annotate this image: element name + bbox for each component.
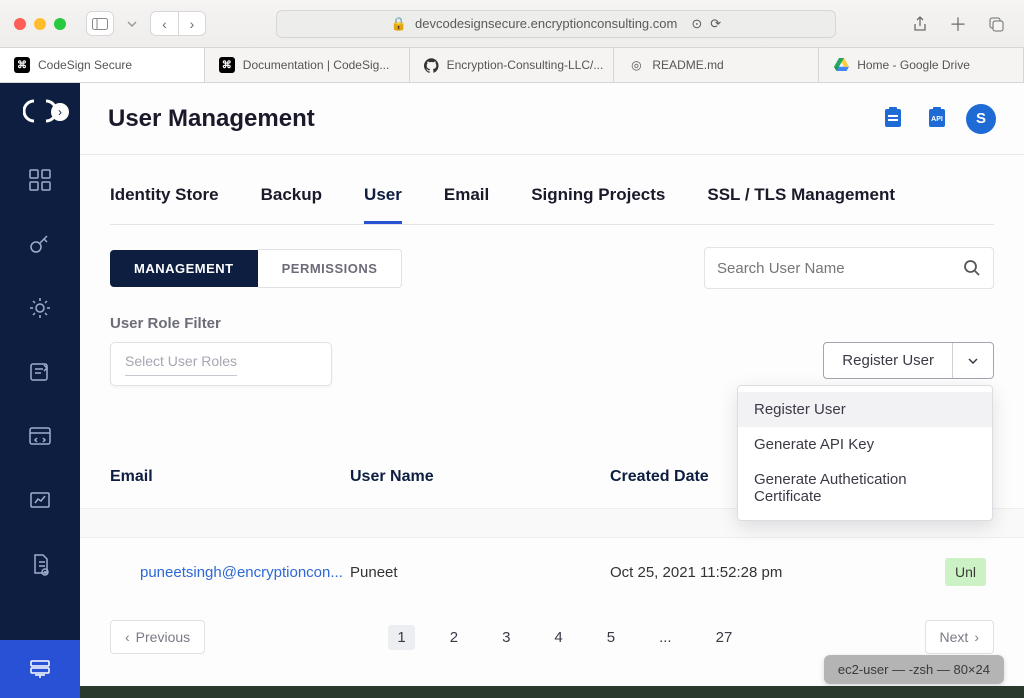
docs-favicon-icon: ⌘	[219, 57, 235, 73]
cell-username: Puneet	[350, 564, 610, 581]
page-1[interactable]: 1	[388, 625, 414, 650]
status-badge: Unl	[945, 558, 986, 586]
cell-created-date: Oct 25, 2021 11:52:28 pm	[610, 564, 870, 581]
browser-tab-label: Documentation | CodeSig...	[243, 58, 390, 72]
api-icon[interactable]: API	[922, 104, 952, 134]
page-header: User Management API S	[80, 83, 1024, 155]
background-strip	[80, 686, 1024, 698]
register-dropdown: Register User Generate API Key Generate …	[737, 385, 993, 521]
sidebar-item-signing[interactable]	[0, 343, 80, 401]
browser-tab-label: Encryption-Consulting-LLC/...	[447, 58, 604, 72]
dropdown-generate-auth-cert[interactable]: Generate Authetication Certificate	[738, 462, 992, 514]
page-5[interactable]: 5	[598, 625, 624, 650]
collapse-sidebar-icon[interactable]: ›	[51, 103, 69, 121]
th-username: User Name	[350, 446, 610, 508]
browser-toolbar: ‹ › 🔒 devcodesignsecure.encryptionconsul…	[0, 0, 1024, 48]
chevron-left-icon: ‹	[125, 629, 130, 645]
tab-backup[interactable]: Backup	[261, 175, 322, 224]
tab-signing-projects[interactable]: Signing Projects	[531, 175, 665, 224]
window-controls	[14, 18, 66, 30]
url-bar[interactable]: 🔒 devcodesignsecure.encryptionconsulting…	[276, 10, 836, 38]
tabs-overview-button[interactable]	[982, 11, 1010, 36]
github-favicon-icon	[424, 57, 439, 73]
dropdown-generate-api-key[interactable]: Generate API Key	[738, 427, 992, 462]
subtab-permissions[interactable]: PERMISSIONS	[258, 249, 403, 288]
page-title: User Management	[108, 105, 864, 133]
close-window-icon[interactable]	[14, 18, 26, 30]
register-user-button[interactable]: Register User	[824, 343, 953, 378]
sidebar-item-settings[interactable]	[0, 279, 80, 337]
filter-label: User Role Filter	[110, 315, 994, 332]
prev-label: Previous	[136, 629, 190, 645]
search-icon[interactable]	[963, 259, 981, 277]
main-content: User Management API S Identity Store Bac…	[80, 83, 1024, 698]
tab-identity-store[interactable]: Identity Store	[110, 175, 219, 224]
browser-tab-github[interactable]: Encryption-Consulting-LLC/...	[410, 48, 615, 82]
docs-icon[interactable]	[878, 104, 908, 134]
app-logo-icon[interactable]: ›	[23, 97, 57, 125]
browser-tab-label: README.md	[652, 58, 723, 72]
register-user-caret[interactable]	[953, 343, 993, 378]
dropdown-register-user[interactable]: Register User	[738, 392, 992, 427]
prev-button[interactable]: ‹ Previous	[110, 620, 205, 654]
browser-tab-readme[interactable]: ◎ README.md	[614, 48, 819, 82]
readme-favicon-icon: ◎	[628, 57, 644, 73]
lock-icon: 🔒	[391, 16, 407, 32]
sidebar-item-keys[interactable]	[0, 215, 80, 273]
terminal-window-tag[interactable]: ec2-user — -zsh — 80×24	[824, 655, 1004, 684]
svg-text:API: API	[931, 116, 943, 123]
register-user-split-button: Register User Register User Generate API…	[823, 342, 994, 379]
role-filter-placeholder: Select User Roles	[125, 353, 237, 376]
sidebar-item-dashboard[interactable]	[0, 151, 80, 209]
reload-icon[interactable]: ⟳	[710, 16, 721, 32]
th-email: Email	[110, 446, 350, 508]
tab-ssl-tls[interactable]: SSL / TLS Management	[707, 175, 895, 224]
tab-user[interactable]: User	[364, 175, 402, 224]
reader-icon: ⊙	[691, 16, 702, 32]
maximize-window-icon[interactable]	[54, 18, 66, 30]
sidebar-item-servers[interactable]	[0, 640, 80, 698]
avatar[interactable]: S	[966, 104, 996, 134]
browser-tab-drive[interactable]: Home - Google Drive	[819, 48, 1024, 82]
browser-tab-docs[interactable]: ⌘ Documentation | CodeSig...	[205, 48, 410, 82]
browser-tab-codesign[interactable]: ⌘ CodeSign Secure	[0, 48, 205, 82]
share-button[interactable]	[906, 11, 934, 36]
sidebar-item-reports[interactable]	[0, 471, 80, 529]
new-tab-button[interactable]: ＋	[944, 11, 972, 36]
section-tabs: Identity Store Backup User Email Signing…	[110, 175, 994, 225]
search-input[interactable]	[717, 260, 963, 277]
forward-button[interactable]: ›	[178, 11, 206, 36]
page-4[interactable]: 4	[545, 625, 571, 650]
search-box[interactable]	[704, 247, 994, 289]
chevron-right-icon: ›	[974, 629, 979, 645]
pagination: ‹ Previous 1 2 3 4 5 ... 27 Next ›	[110, 620, 994, 654]
page-2[interactable]: 2	[441, 625, 467, 650]
browser-tabs: ⌘ CodeSign Secure ⌘ Documentation | Code…	[0, 48, 1024, 83]
cell-email[interactable]: puneetsingh@encryptioncon...	[140, 564, 343, 581]
role-filter-select[interactable]: Select User Roles	[110, 342, 332, 386]
minimize-window-icon[interactable]	[34, 18, 46, 30]
app-sidebar: ›	[0, 83, 80, 698]
codesign-favicon-icon: ⌘	[14, 57, 30, 73]
browser-tab-label: CodeSign Secure	[38, 58, 132, 72]
page-3[interactable]: 3	[493, 625, 519, 650]
table-row: puneetsingh@encryptioncon... Puneet Oct …	[110, 538, 994, 606]
sidebar-item-code[interactable]	[0, 407, 80, 465]
url-text: devcodesignsecure.encryptionconsulting.c…	[415, 16, 677, 31]
drive-favicon-icon	[833, 57, 849, 73]
back-button[interactable]: ‹	[150, 11, 178, 36]
next-button[interactable]: Next ›	[925, 620, 994, 654]
tab-email[interactable]: Email	[444, 175, 489, 224]
page-last[interactable]: 27	[707, 625, 742, 650]
menu-caret-button[interactable]	[124, 11, 140, 36]
subtab-management[interactable]: MANAGEMENT	[110, 250, 258, 287]
sidebar-toggle-button[interactable]	[86, 11, 114, 36]
next-label: Next	[940, 629, 969, 645]
sidebar-item-documents[interactable]	[0, 535, 80, 593]
page-ellipsis: ...	[650, 625, 681, 650]
browser-tab-label: Home - Google Drive	[857, 58, 970, 72]
